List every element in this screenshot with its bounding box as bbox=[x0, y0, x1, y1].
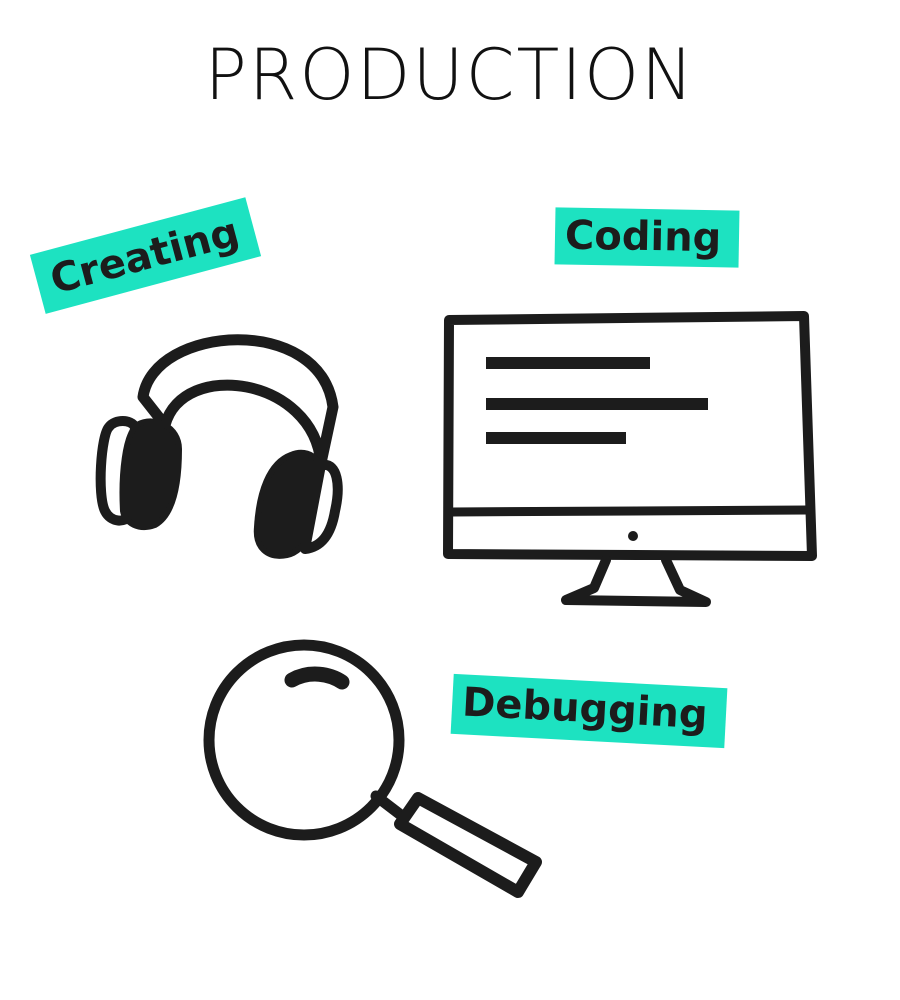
monitor-icon bbox=[443, 311, 817, 607]
left-earcup bbox=[119, 418, 182, 531]
handle bbox=[394, 792, 542, 898]
monitor-bezel-line bbox=[447, 505, 813, 517]
monitor-stand bbox=[561, 555, 711, 607]
magnifying-glass-icon bbox=[203, 639, 542, 898]
page-title: PRODUCTION bbox=[204, 34, 696, 116]
power-dot bbox=[628, 531, 638, 541]
label-creating: Creating bbox=[29, 197, 262, 314]
headphones-icon bbox=[95, 334, 343, 559]
lens-glare bbox=[284, 666, 350, 690]
label-coding: Coding bbox=[554, 207, 740, 268]
